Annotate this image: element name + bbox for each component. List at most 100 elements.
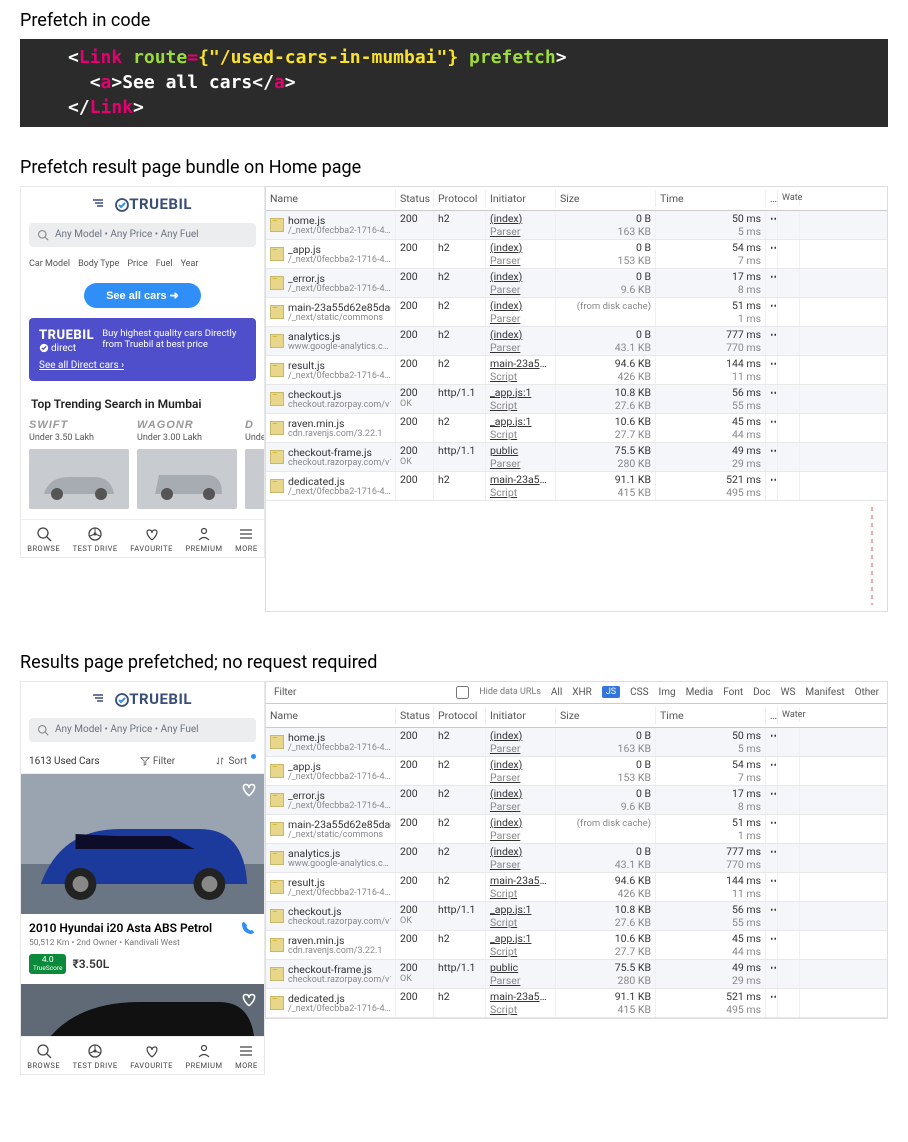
network-row[interactable]: result.js/_next/0fecbba2-1716-4… 200 h2 … bbox=[266, 356, 887, 385]
network-row[interactable]: raven.min.jscdn.ravenjs.com/3.22.1 200 h… bbox=[266, 931, 887, 960]
network-row[interactable]: checkout-frame.jscheckout.razorpay.com/v… bbox=[266, 960, 887, 989]
heart-icon[interactable] bbox=[240, 780, 258, 798]
trending-card[interactable]: SWIFT Under 3.50 Lakh bbox=[29, 419, 129, 509]
col-waterfall[interactable]: Water bbox=[778, 708, 800, 722]
js-file-icon bbox=[270, 909, 284, 923]
network-row[interactable]: main-23a55d62e85daea…/_next/static/commo… bbox=[266, 815, 887, 844]
nav-test-drive[interactable]: TEST DRIVE bbox=[73, 526, 118, 553]
network-row[interactable]: _app.js/_next/0fecbba2-1716-4… 200 h2 (i… bbox=[266, 240, 887, 269]
nav-premium[interactable]: PREMIUM bbox=[185, 1043, 222, 1070]
tab-all[interactable]: All bbox=[551, 687, 562, 698]
col-time[interactable]: Time bbox=[656, 707, 766, 724]
car-image bbox=[245, 449, 264, 509]
network-row[interactable]: dedicated.js/_next/0fecbba2-1716-4… 200 … bbox=[266, 472, 887, 501]
tab-xhr[interactable]: XHR bbox=[572, 687, 592, 698]
col-protocol[interactable]: Protocol bbox=[434, 190, 486, 207]
tab-other[interactable]: Other bbox=[855, 687, 879, 698]
direct-brand: TRUEBIL bbox=[39, 328, 94, 343]
card-price: Unde bbox=[245, 433, 264, 443]
card-name: D bbox=[245, 419, 264, 431]
car-image bbox=[137, 449, 237, 509]
search-icon bbox=[37, 229, 49, 241]
trending-title: Top Trending Search in Mumbai bbox=[21, 393, 264, 419]
js-file-icon bbox=[270, 880, 284, 894]
car-listing[interactable]: 2010 Hyundai i20 Asta ABS Petrol 50,512 … bbox=[21, 774, 264, 984]
col-status[interactable]: Status bbox=[396, 190, 434, 207]
js-file-icon bbox=[270, 479, 284, 493]
col-initiator[interactable]: Initiator bbox=[486, 190, 556, 207]
col-size[interactable]: Size bbox=[556, 707, 656, 724]
network-row[interactable]: dedicated.js/_next/0fecbba2-1716-4… 200 … bbox=[266, 989, 887, 1018]
col-dots[interactable]: … bbox=[766, 707, 778, 724]
filter-button[interactable]: Filter bbox=[140, 756, 175, 767]
trending-card[interactable]: D Unde bbox=[245, 419, 264, 509]
tab-manifest[interactable]: Manifest bbox=[805, 687, 844, 698]
sort-button[interactable]: Sort bbox=[215, 756, 256, 767]
tab-ws[interactable]: WS bbox=[781, 687, 796, 698]
see-all-cars-button[interactable]: See all cars ➜ bbox=[84, 283, 201, 308]
filter-label[interactable]: Filter bbox=[274, 687, 296, 698]
tab-doc[interactable]: Doc bbox=[753, 687, 771, 698]
network-row[interactable]: _error.js/_next/0fecbba2-1716-4… 200 h2 … bbox=[266, 269, 887, 298]
nav-favourite[interactable]: FAVOURITE bbox=[130, 526, 173, 553]
network-row[interactable]: checkout-frame.jscheckout.razorpay.com/v… bbox=[266, 443, 887, 472]
network-row[interactable]: checkout.jscheckout.razorpay.com/v1 200O… bbox=[266, 385, 887, 414]
heart-icon[interactable] bbox=[240, 990, 258, 1008]
tab-js[interactable]: JS bbox=[602, 686, 620, 698]
card-price: Under 3.50 Lakh bbox=[29, 433, 129, 443]
nav-favourite[interactable]: FAVOURITE bbox=[130, 1043, 173, 1070]
filter-body-type[interactable]: Body Type bbox=[78, 259, 119, 269]
nav-browse[interactable]: BROWSE bbox=[27, 526, 60, 553]
filter-fuel[interactable]: Fuel bbox=[156, 259, 173, 269]
network-row[interactable]: main-23a55d62e85daea…/_next/static/commo… bbox=[266, 298, 887, 327]
network-table-header: Name Status Protocol Initiator Size Time… bbox=[266, 704, 887, 728]
trending-card[interactable]: WAGONR Under 3.00 Lakh bbox=[137, 419, 237, 509]
network-row[interactable]: checkout.jscheckout.razorpay.com/v1 200O… bbox=[266, 902, 887, 931]
card-name: WAGONR bbox=[137, 419, 237, 431]
col-status[interactable]: Status bbox=[396, 707, 434, 724]
col-initiator[interactable]: Initiator bbox=[486, 707, 556, 724]
mobile-results-screenshot: TRUEBIL Any Model • Any Price • Any Fuel… bbox=[20, 681, 265, 1075]
nav-more[interactable]: MORE bbox=[235, 526, 258, 553]
listing-photo bbox=[21, 774, 264, 914]
network-row[interactable]: raven.min.jscdn.ravenjs.com/3.22.1 200 h… bbox=[266, 414, 887, 443]
col-dots[interactable]: … bbox=[766, 190, 778, 207]
js-file-icon bbox=[270, 764, 284, 778]
col-name[interactable]: Name bbox=[266, 707, 396, 724]
col-protocol[interactable]: Protocol bbox=[434, 707, 486, 724]
network-row[interactable]: analytics.jswww.google-analytics.c… 200 … bbox=[266, 327, 887, 356]
bottom-nav: BROWSE TEST DRIVE FAVOURITE PREMIUM MORE bbox=[21, 1036, 264, 1074]
col-size[interactable]: Size bbox=[556, 190, 656, 207]
network-row[interactable]: _error.js/_next/0fecbba2-1716-4… 200 h2 … bbox=[266, 786, 887, 815]
search-input[interactable]: Any Model • Any Price • Any Fuel bbox=[29, 223, 256, 247]
brand-logo: TRUEBIL bbox=[21, 187, 264, 219]
nav-premium[interactable]: PREMIUM bbox=[185, 526, 222, 553]
col-time[interactable]: Time bbox=[656, 190, 766, 207]
nav-test-drive[interactable]: TEST DRIVE bbox=[73, 1043, 118, 1070]
col-waterfall[interactable]: Wate bbox=[778, 191, 800, 205]
hide-data-urls-label: Hide data URLs bbox=[479, 687, 541, 697]
search-input[interactable]: Any Model • Any Price • Any Fuel bbox=[29, 718, 256, 742]
network-row[interactable]: home.js/_next/0fecbba2-1716-4… 200 h2 (i… bbox=[266, 728, 887, 757]
direct-promo[interactable]: TRUEBIL direct Buy highest quality cars … bbox=[29, 318, 256, 381]
network-row[interactable]: result.js/_next/0fecbba2-1716-4… 200 h2 … bbox=[266, 873, 887, 902]
filter-price[interactable]: Price bbox=[127, 259, 147, 269]
direct-link[interactable]: See all Direct cars › bbox=[39, 360, 246, 371]
nav-browse[interactable]: BROWSE bbox=[27, 1043, 60, 1070]
network-row[interactable]: _app.js/_next/0fecbba2-1716-4… 200 h2 (i… bbox=[266, 757, 887, 786]
col-name[interactable]: Name bbox=[266, 190, 396, 207]
network-row[interactable]: analytics.jswww.google-analytics.c… 200 … bbox=[266, 844, 887, 873]
network-row[interactable]: home.js/_next/0fecbba2-1716-4… 200 h2 (i… bbox=[266, 211, 887, 240]
filter-car-model[interactable]: Car Model bbox=[29, 259, 70, 269]
car-listing[interactable] bbox=[21, 984, 264, 1036]
tab-img[interactable]: Img bbox=[659, 687, 676, 698]
search-icon bbox=[36, 526, 52, 542]
tab-css[interactable]: CSS bbox=[630, 687, 648, 698]
filter-year[interactable]: Year bbox=[181, 259, 199, 269]
phone-icon[interactable] bbox=[240, 920, 256, 936]
tab-media[interactable]: Media bbox=[686, 687, 714, 698]
tab-font[interactable]: Font bbox=[723, 687, 743, 698]
nav-more[interactable]: MORE bbox=[235, 1043, 258, 1070]
hide-data-urls-checkbox[interactable] bbox=[456, 686, 469, 699]
sort-icon bbox=[215, 756, 225, 766]
